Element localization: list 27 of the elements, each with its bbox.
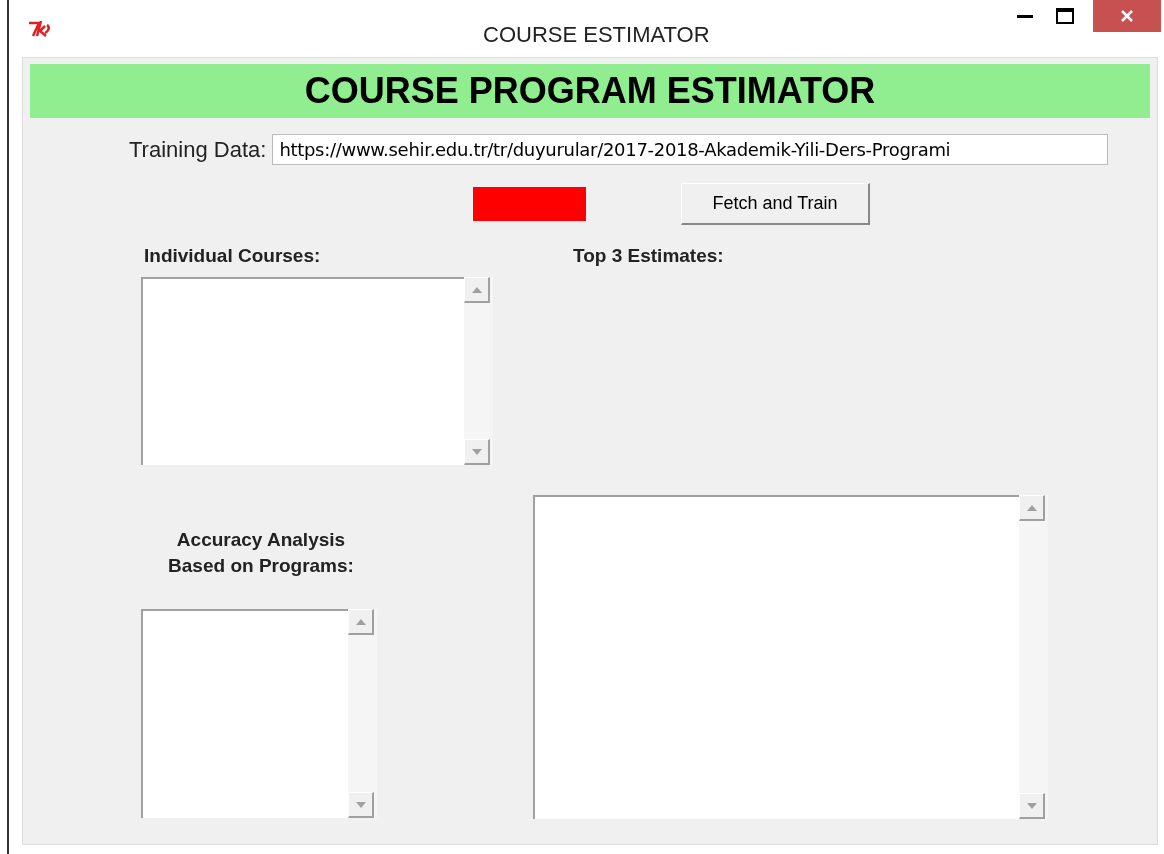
header-title: COURSE PROGRAM ESTIMATOR	[304, 69, 876, 113]
scrollbar[interactable]	[348, 609, 377, 818]
individual-courses-label: Individual Courses:	[144, 245, 322, 267]
accuracy-analysis-label: Accuracy Analysis Based on Programs:	[167, 528, 355, 578]
scrollbar[interactable]	[464, 277, 493, 465]
down-arrow-icon	[1026, 802, 1037, 809]
down-arrow-icon	[471, 448, 482, 455]
fetch-and-train-button[interactable]: Fetch and Train	[681, 183, 870, 225]
up-arrow-icon	[471, 286, 482, 293]
maximize-icon	[1056, 8, 1074, 24]
up-arrow-icon	[355, 618, 366, 625]
close-icon	[1121, 10, 1133, 22]
training-data-field[interactable]: https://www.sehir.edu.tr/tr/duyurular/2017-2018-Akademik-Yili-Ders-Programi	[272, 134, 1109, 165]
down-arrow-icon	[355, 801, 366, 808]
scroll-down-button[interactable]	[348, 792, 374, 818]
scroll-up-button[interactable]	[348, 609, 374, 635]
scroll-up-button[interactable]	[1019, 495, 1045, 521]
scrollbar[interactable]	[1019, 495, 1048, 819]
up-arrow-icon	[1026, 504, 1037, 511]
scroll-down-button[interactable]	[1019, 793, 1045, 819]
training-data-label: Training Data:	[129, 136, 267, 164]
minimize-icon	[1017, 14, 1033, 18]
scroll-down-button[interactable]	[464, 439, 490, 465]
scroll-up-button[interactable]	[464, 277, 490, 303]
top-estimates-label: Top 3 Estimates:	[573, 245, 725, 267]
close-button[interactable]	[1093, 0, 1161, 32]
window-title: COURSE ESTIMATOR	[483, 21, 710, 49]
